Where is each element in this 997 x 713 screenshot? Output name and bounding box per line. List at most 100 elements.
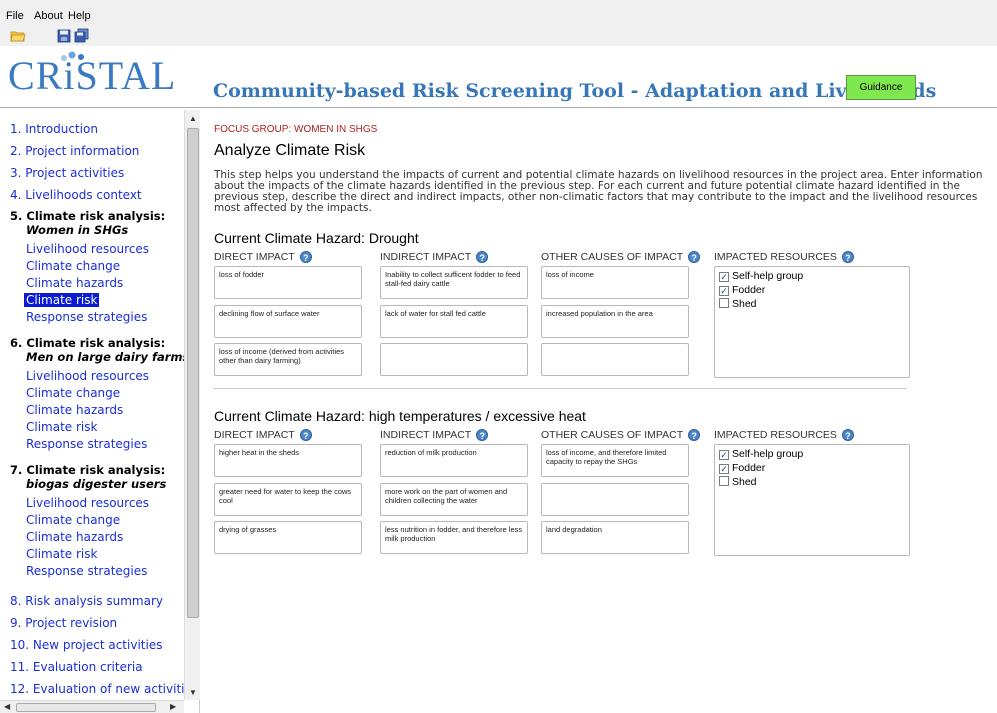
save-icon[interactable] <box>56 28 72 44</box>
sidebar-section-5-group: Women in SHGs <box>26 223 129 237</box>
col-header-label: DIRECT IMPACT <box>214 429 295 441</box>
sidebar-section-6-heading: 6. Climate risk analysis: <box>10 336 166 350</box>
col-header-label: OTHER CAUSES OF IMPACT <box>541 251 684 263</box>
hazard-2-row-2-direct-field[interactable]: greater need for water to keep the cows … <box>214 483 362 516</box>
scroll-left-icon[interactable]: ◀ <box>4 702 10 711</box>
col-header-impacted-resources: IMPACTED RESOURCES? <box>714 429 854 441</box>
sidebar-item-s6-response-strategies[interactable]: Response strategies <box>26 437 147 451</box>
resource-checkbox-shed[interactable]: Shed <box>719 476 757 488</box>
help-icon[interactable]: ? <box>299 251 312 263</box>
sidebar-item-s5-livelihood-resources[interactable]: Livelihood resources <box>26 242 149 256</box>
hazard-1-row-2-indirect-field[interactable]: lack of water for stall fed cattle <box>380 305 528 338</box>
help-icon[interactable]: ? <box>299 429 312 441</box>
hazard-1-row-3-indirect-field[interactable] <box>380 343 528 376</box>
resource-label: Self-help group <box>732 270 804 282</box>
sidebar-item-s7-climate-hazards[interactable]: Climate hazards <box>26 530 123 544</box>
sidebar-item-s6-livelihood-resources[interactable]: Livelihood resources <box>26 369 149 383</box>
checkbox-checked-icon[interactable]: ✓ <box>719 464 729 474</box>
col-header-indirect-impact: INDIRECT IMPACT? <box>380 251 489 263</box>
sidebar-horizontal-scrollbar[interactable]: ◀ ▶ <box>0 700 184 713</box>
resource-label: Self-help group <box>732 448 804 460</box>
sidebar-item-project-information[interactable]: 2. Project information <box>10 144 139 158</box>
help-icon[interactable]: ? <box>476 251 489 263</box>
sidebar-item-project-activities[interactable]: 3. Project activities <box>10 166 124 180</box>
checkbox-checked-icon[interactable]: ✓ <box>719 286 729 296</box>
resource-checkbox-self-help-group[interactable]: ✓ Self-help group <box>719 448 803 460</box>
scroll-up-icon[interactable]: ▲ <box>189 114 197 123</box>
logo: CRiSTAL <box>8 53 177 98</box>
horizontal-scrollbar-thumb[interactable] <box>16 703 156 712</box>
hazard-1-row-2-direct-field[interactable]: declining flow of surface water <box>214 305 362 338</box>
sidebar-item-s7-response-strategies[interactable]: Response strategies <box>26 564 147 578</box>
intro-paragraph: This step helps you understand the impac… <box>214 169 983 214</box>
menu-help[interactable]: Help <box>68 10 91 22</box>
hazard-2-row-2-other-field[interactable] <box>541 483 689 516</box>
sidebar-item-risk-analysis-summary[interactable]: 8. Risk analysis summary <box>10 594 163 608</box>
resource-checkbox-fodder[interactable]: ✓ Fodder <box>719 462 765 474</box>
hazard-2-row-1-direct-field[interactable]: higher heat in the sheds <box>214 444 362 477</box>
hazard-2-row-3-direct-field[interactable]: drying of grasses <box>214 521 362 554</box>
section-divider <box>214 388 906 389</box>
app-title: Community-based Risk Screening Tool - Ad… <box>213 80 937 102</box>
sidebar-vertical-scrollbar[interactable]: ▲ ▼ <box>184 110 200 700</box>
hazard-2-row-2-indirect-field[interactable]: more work on the part of women and child… <box>380 483 528 516</box>
sidebar-item-s5-climate-change[interactable]: Climate change <box>26 259 120 273</box>
help-icon[interactable]: ? <box>841 429 854 441</box>
guidance-button[interactable]: Guidance <box>846 75 916 100</box>
resource-checkbox-self-help-group[interactable]: ✓ Self-help group <box>719 270 803 282</box>
checkbox-checked-icon[interactable]: ✓ <box>719 450 729 460</box>
scroll-down-icon[interactable]: ▼ <box>189 688 197 697</box>
sidebar-section-7-heading: 7. Climate risk analysis: <box>10 463 166 477</box>
sidebar-item-s7-climate-risk[interactable]: Climate risk <box>26 547 97 561</box>
sidebar-section-7-group: biogas digester users <box>26 477 167 491</box>
menu-file[interactable]: File <box>6 10 24 22</box>
resource-checkbox-fodder[interactable]: ✓ Fodder <box>719 284 765 296</box>
sidebar-item-s5-climate-hazards[interactable]: Climate hazards <box>26 276 123 290</box>
sidebar-section-5-heading: 5. Climate risk analysis: <box>10 209 166 223</box>
sidebar-section-6-group: Men on large dairy farms <box>26 350 190 364</box>
hazard-2-row-3-other-field[interactable]: land degradation <box>541 521 689 554</box>
sidebar-item-s6-climate-risk[interactable]: Climate risk <box>26 420 97 434</box>
scrollbar-thumb[interactable] <box>187 128 199 618</box>
sidebar-item-evaluation-new-activities[interactable]: 12. Evaluation of new activities <box>10 682 198 696</box>
sidebar-item-s5-climate-risk-active[interactable]: Climate risk <box>24 293 100 307</box>
hazard-1-row-1-other-field[interactable]: loss of income <box>541 266 689 299</box>
menu-about[interactable]: About <box>34 10 63 22</box>
folder-open-icon[interactable] <box>10 28 26 44</box>
help-icon[interactable]: ? <box>476 429 489 441</box>
resource-label: Fodder <box>732 462 766 474</box>
col-header-label: INDIRECT IMPACT <box>380 251 472 263</box>
hazard-1-row-1-direct-field[interactable]: loss of fodder <box>214 266 362 299</box>
sidebar-item-project-revision[interactable]: 9. Project revision <box>10 616 117 630</box>
sidebar-item-s7-livelihood-resources[interactable]: Livelihood resources <box>26 496 149 510</box>
hazard-2-row-3-indirect-field[interactable]: less nutrition in fodder, and therefore … <box>380 521 528 554</box>
app-header: CRiSTAL Community-based Risk Screening T… <box>0 46 997 108</box>
sidebar-item-new-project-activities[interactable]: 10. New project activities <box>10 638 162 652</box>
hazard-1-row-2-other-field[interactable]: increased population in the area <box>541 305 689 338</box>
hazard-1-row-1-indirect-field[interactable]: Inability to collect sufficent fodder to… <box>380 266 528 299</box>
help-icon[interactable]: ? <box>688 251 701 263</box>
sidebar-item-introduction[interactable]: 1. Introduction <box>10 122 98 136</box>
hazard-2-row-1-other-field[interactable]: loss of income, and therefore limited ca… <box>541 444 689 477</box>
sidebar-item-livelihoods-context[interactable]: 4. Livelihoods context <box>10 188 142 202</box>
help-icon[interactable]: ? <box>841 251 854 263</box>
save-all-icon[interactable] <box>74 28 90 44</box>
sidebar-item-s6-climate-hazards[interactable]: Climate hazards <box>26 403 123 417</box>
sidebar-item-evaluation-criteria[interactable]: 11. Evaluation criteria <box>10 660 143 674</box>
resource-label: Shed <box>732 298 757 310</box>
scroll-right-icon[interactable]: ▶ <box>170 702 176 711</box>
col-header-label: DIRECT IMPACT <box>214 251 295 263</box>
checkbox-unchecked-icon[interactable] <box>719 298 729 308</box>
checkbox-checked-icon[interactable]: ✓ <box>719 272 729 282</box>
sidebar-item-s5-response-strategies[interactable]: Response strategies <box>26 310 147 324</box>
focus-group-label: FOCUS GROUP: WOMEN IN SHGS <box>214 124 378 135</box>
help-icon[interactable]: ? <box>688 429 701 441</box>
resource-checkbox-shed[interactable]: Shed <box>719 298 757 310</box>
sidebar-item-s6-climate-change[interactable]: Climate change <box>26 386 120 400</box>
col-header-label: OTHER CAUSES OF IMPACT <box>541 429 684 441</box>
checkbox-unchecked-icon[interactable] <box>719 476 729 486</box>
sidebar-item-s7-climate-change[interactable]: Climate change <box>26 513 120 527</box>
hazard-1-row-3-other-field[interactable] <box>541 343 689 376</box>
hazard-1-row-3-direct-field[interactable]: loss of income (derived from activities … <box>214 343 362 376</box>
hazard-2-row-1-indirect-field[interactable]: reduction of milk production <box>380 444 528 477</box>
